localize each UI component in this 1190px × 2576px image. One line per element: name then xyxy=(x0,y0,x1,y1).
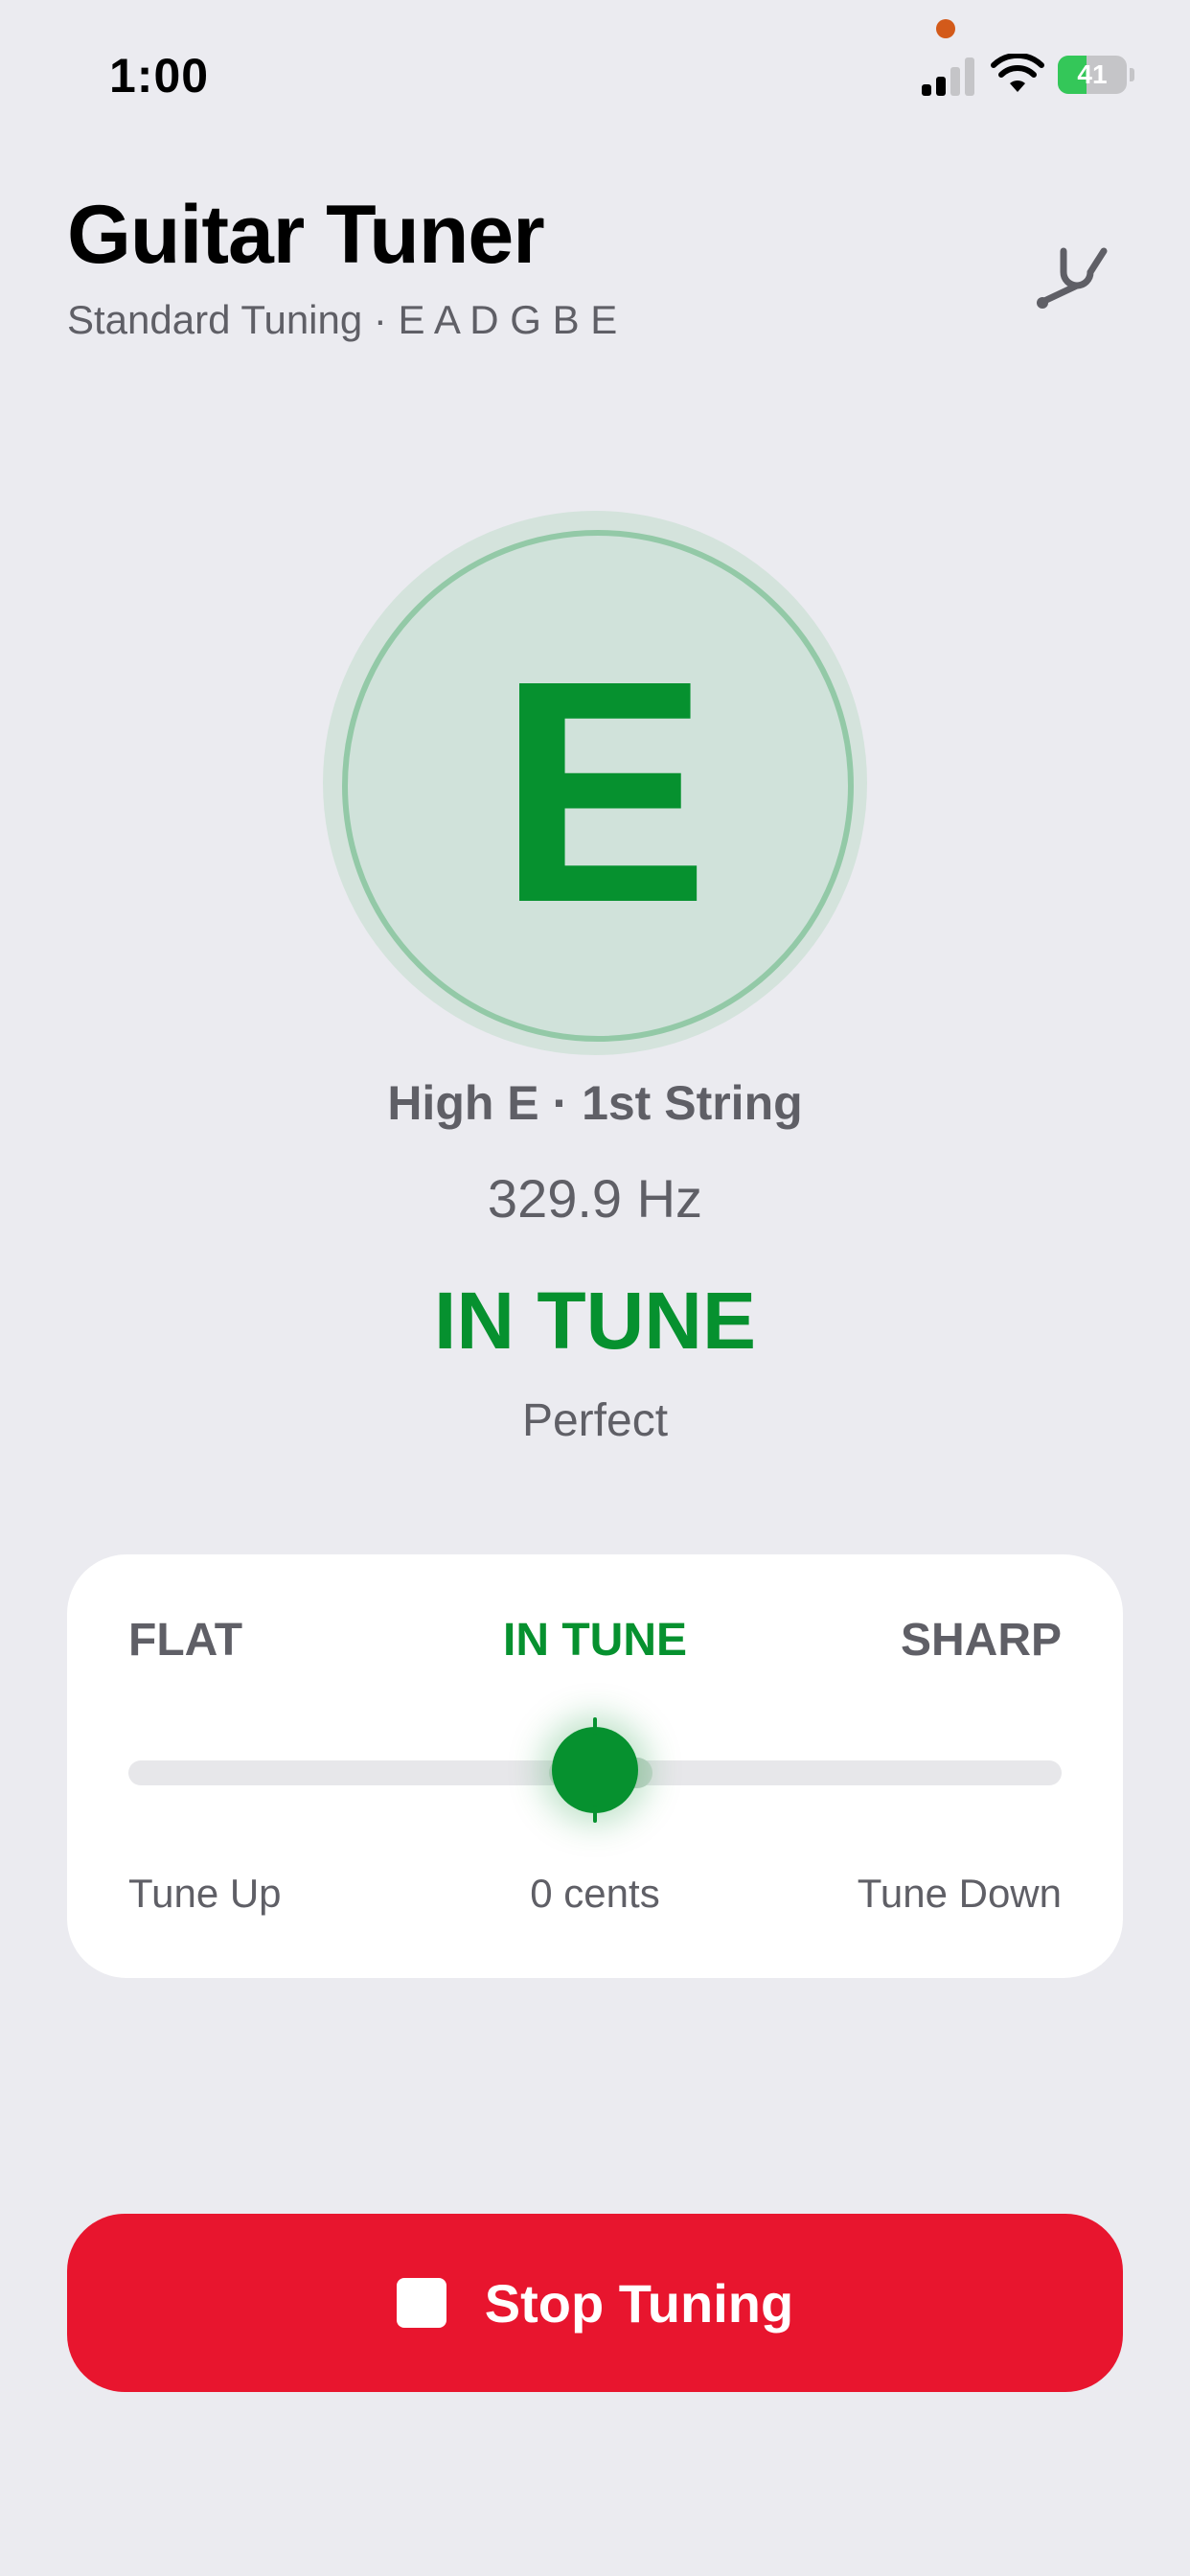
tuning-fork-icon[interactable] xyxy=(1031,222,1117,309)
status-time: 1:00 xyxy=(109,49,210,103)
stop-tuning-label: Stop Tuning xyxy=(484,2272,794,2334)
detected-note-circle: E xyxy=(323,511,867,1055)
microphone-indicator xyxy=(936,19,955,38)
tuning-status: IN TUNE xyxy=(434,1276,756,1366)
detected-note-letter: E xyxy=(497,614,710,968)
wifi-icon xyxy=(991,54,1044,92)
string-name: High E · 1st String xyxy=(387,1076,803,1130)
tuning-subtitle: Standard Tuning · E A D G B E xyxy=(67,297,618,342)
tuning-meter-card: FLAT IN TUNE SHARP Tune Up 0 cents Tune … xyxy=(67,1554,1123,1978)
battery-percent: 41 xyxy=(1077,59,1108,89)
battery-icon: 41 xyxy=(1058,56,1134,94)
cellular-signal-icon xyxy=(922,56,975,96)
stop-tuning-button[interactable]: Stop Tuning xyxy=(67,2214,1123,2392)
tuning-needle-indicator xyxy=(552,1717,638,1823)
stop-icon xyxy=(396,2278,446,2328)
page-title: Guitar Tuner xyxy=(67,189,545,281)
tune-down-hint: Tune Down xyxy=(857,1871,1062,1916)
tuning-status-detail: Perfect xyxy=(521,1395,669,1446)
frequency-readout: 329.9 Hz xyxy=(487,1168,703,1229)
sharp-label: SHARP xyxy=(900,1615,1062,1666)
status-bar: 1:00 41 xyxy=(0,0,1190,144)
